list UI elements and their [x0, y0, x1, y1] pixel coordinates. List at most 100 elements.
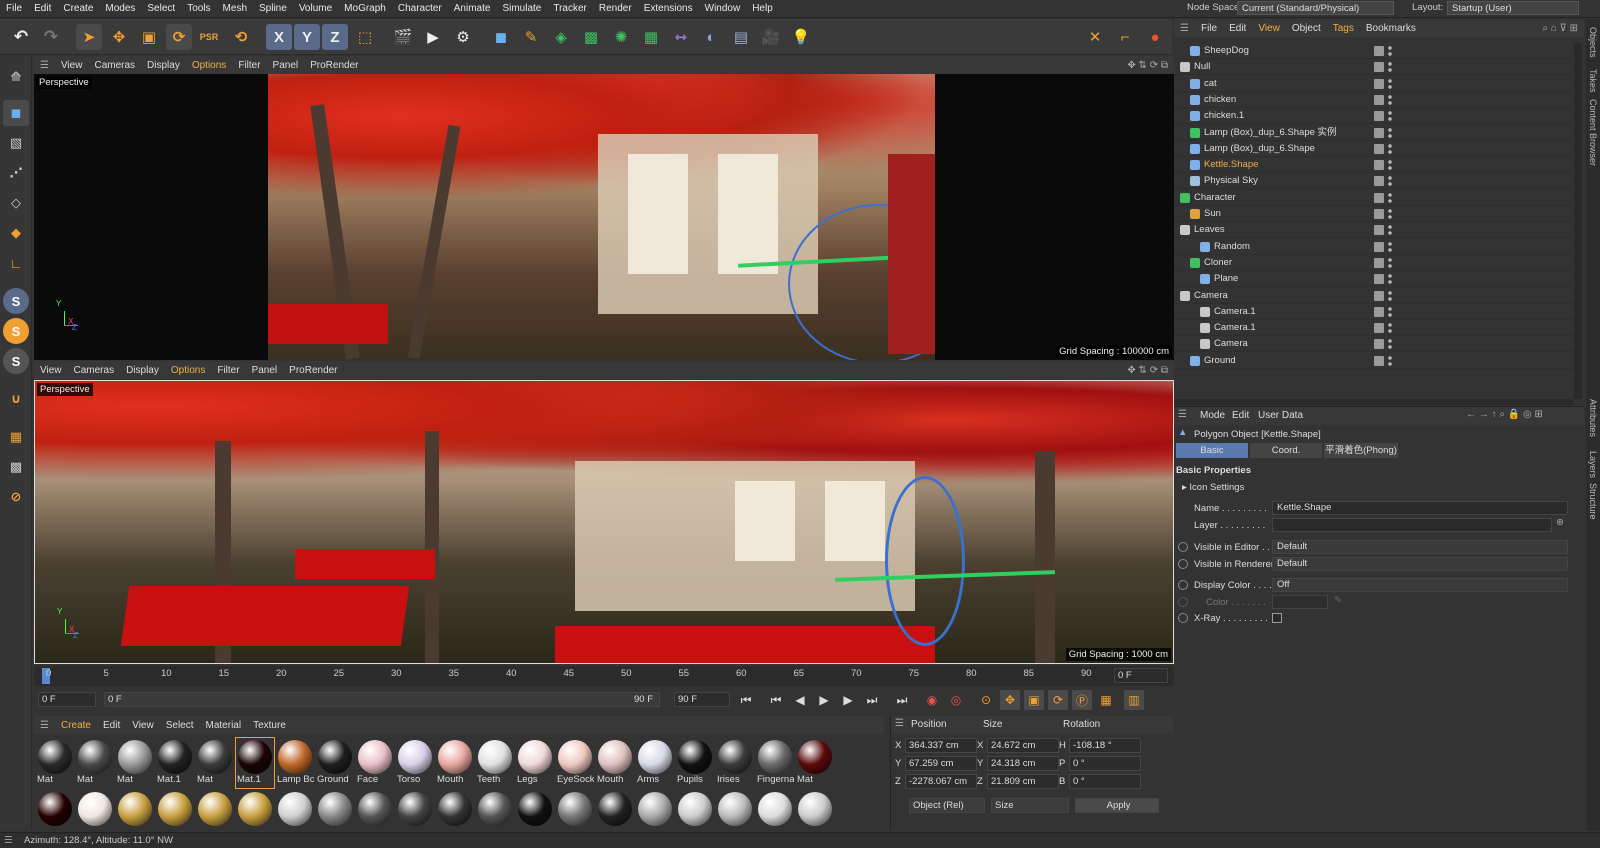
points-mode-icon[interactable]: ⋰ — [3, 160, 29, 186]
y-axis-button[interactable]: Y — [294, 24, 320, 50]
object-row[interactable]: chicken — [1174, 92, 1574, 108]
material-swatch[interactable]: Fingerna — [756, 738, 794, 788]
vp2-menu-options[interactable]: Options — [165, 365, 211, 376]
tab-coord[interactable]: Coord. — [1250, 443, 1322, 458]
material-swatch[interactable]: Mat.1 — [156, 738, 194, 788]
object-row[interactable]: Plane — [1174, 271, 1574, 288]
prev-key-icon[interactable]: ⏮ — [766, 690, 786, 710]
autokey-icon[interactable]: ◎ — [946, 690, 966, 710]
visibility-dots-icon[interactable] — [1388, 126, 1392, 139]
color-swatch[interactable] — [1272, 595, 1328, 609]
play-icon[interactable]: ▶ — [814, 690, 834, 710]
coord-size-field[interactable]: 24.318 cm — [987, 756, 1059, 771]
menu-mograph[interactable]: MoGraph — [338, 3, 392, 14]
object-row[interactable]: Random — [1174, 239, 1574, 255]
vis-editor-dropdown[interactable]: Default — [1272, 540, 1568, 554]
vp1-menu-view[interactable]: View — [55, 60, 89, 71]
mograph-icon[interactable]: ✺ — [608, 24, 634, 50]
move-tool-icon[interactable]: ✥ — [106, 24, 132, 50]
menu-edit[interactable]: Edit — [28, 3, 57, 14]
vp2-menu-view[interactable]: View — [34, 365, 68, 376]
visibility-dots-icon[interactable] — [1388, 208, 1392, 220]
record-icon[interactable]: ● — [1142, 24, 1168, 50]
layer-icon[interactable] — [1374, 306, 1384, 317]
material-swatch[interactable]: Mat — [196, 738, 234, 788]
field-icon[interactable]: ◐ — [698, 24, 724, 50]
eyedropper-icon[interactable]: ✎ — [1334, 595, 1342, 606]
object-row[interactable]: Camera.1 — [1174, 320, 1574, 337]
object-row[interactable]: SheepDog — [1174, 43, 1574, 59]
current-frame-field[interactable]: 0 F — [1114, 668, 1168, 683]
visibility-dots-icon[interactable] — [1388, 159, 1392, 172]
layer-icon[interactable] — [1374, 78, 1384, 89]
floor-icon[interactable]: ▤ — [728, 24, 754, 50]
menu-lines-icon[interactable]: ☰ — [34, 60, 55, 71]
material-swatch[interactable] — [676, 790, 714, 826]
material-swatch[interactable]: Pupils — [676, 738, 714, 788]
material-swatch[interactable]: Torso — [396, 738, 434, 788]
key-scale-icon[interactable]: ▣ — [1024, 690, 1044, 710]
visibility-dots-icon[interactable] — [1388, 175, 1392, 188]
layer-icon[interactable] — [1374, 111, 1384, 122]
redo-icon[interactable]: ↷ — [38, 24, 64, 50]
side-tab-objects[interactable]: Objects — [1588, 27, 1598, 58]
coord-pos-field[interactable]: 67.259 cm — [905, 756, 977, 771]
menu-spline[interactable]: Spline — [253, 3, 293, 14]
visibility-dots-icon[interactable] — [1388, 77, 1392, 90]
layer-picker-icon[interactable]: ⊛ — [1556, 517, 1564, 528]
color-anim-icon[interactable] — [1178, 597, 1188, 607]
coord-rot-field[interactable]: 0 ° — [1069, 774, 1141, 789]
axis-mode-icon[interactable]: ∟ — [3, 250, 29, 276]
workplane-grid-icon[interactable]: ▦ — [3, 424, 29, 450]
solo-hierarchy-icon[interactable]: S — [3, 318, 29, 344]
coord-size-field[interactable]: 21.809 cm — [987, 774, 1059, 789]
material-swatch[interactable]: Teeth — [476, 738, 514, 788]
material-swatch[interactable] — [236, 790, 274, 826]
visibility-dots-icon[interactable] — [1388, 61, 1392, 74]
side-tab-content-browser[interactable]: Content Browser — [1588, 99, 1598, 166]
visibility-dots-icon[interactable] — [1388, 338, 1392, 351]
object-list-hscrollbar[interactable] — [1174, 399, 1574, 405]
visibility-dots-icon[interactable] — [1388, 45, 1392, 57]
mat-menu-texture[interactable]: Texture — [247, 720, 292, 731]
material-swatch[interactable]: Mat — [116, 738, 154, 788]
om-menu-tags[interactable]: Tags — [1327, 23, 1360, 34]
layer-icon[interactable] — [1374, 225, 1384, 236]
workplane-lock-icon[interactable]: ▩ — [3, 454, 29, 480]
layer-icon[interactable] — [1374, 192, 1384, 203]
rotate-tool-icon[interactable]: ⟳ — [166, 24, 192, 50]
visibility-dots-icon[interactable] — [1388, 354, 1392, 367]
coordinate-system-icon[interactable]: ⬚ — [352, 24, 378, 50]
material-swatch[interactable]: Arms — [636, 738, 674, 788]
object-row[interactable]: Leaves — [1174, 222, 1574, 239]
go-end-icon[interactable]: ⏭ — [892, 690, 912, 710]
key-rotation-icon[interactable]: ⟳ — [1048, 690, 1068, 710]
vp1-menu-cameras[interactable]: Cameras — [88, 60, 141, 71]
coord-rot-field[interactable]: 0 ° — [1069, 756, 1141, 771]
attr-menu-userdata[interactable]: User Data — [1258, 410, 1303, 421]
timeline-ruler[interactable]: 0 F 0 5 10 15 20 25 30 35 40 45 50 55 60 65 70 75 80 85 90 — [34, 666, 1174, 686]
menu-help[interactable]: Help — [746, 3, 779, 14]
mat-menu-create[interactable]: Create — [55, 720, 97, 731]
xray-anim-icon[interactable] — [1178, 613, 1188, 623]
vp2-menu-filter[interactable]: Filter — [211, 365, 245, 376]
render-settings-icon[interactable]: ⚙ — [450, 24, 476, 50]
cube-icon[interactable]: ◼ — [488, 24, 514, 50]
vp2-menu-prorender[interactable]: ProRender — [283, 365, 343, 376]
material-swatch[interactable] — [716, 790, 754, 826]
object-row[interactable]: Camera.1 — [1174, 304, 1574, 320]
mat-menu-edit[interactable]: Edit — [97, 720, 126, 731]
material-swatch[interactable]: Lamp Bc — [276, 738, 314, 788]
object-row[interactable]: cat — [1174, 76, 1574, 92]
record-keys-icon[interactable]: ◉ — [922, 690, 942, 710]
layer-icon[interactable] — [1374, 241, 1384, 252]
coords-menu-icon[interactable]: ☰ — [895, 718, 904, 729]
menu-character[interactable]: Character — [392, 3, 448, 14]
tab-basic[interactable]: Basic — [1176, 443, 1248, 458]
object-row[interactable]: Lamp (Box)_dup_6.Shape 实例 — [1174, 125, 1574, 141]
visibility-dots-icon[interactable] — [1388, 142, 1392, 155]
coords-mode-dropdown[interactable]: Object (Rel) — [909, 798, 985, 813]
om-menu-file[interactable]: File — [1195, 23, 1223, 34]
tab-phong[interactable]: 平滑着色(Phong) — [1324, 443, 1398, 458]
extrude-icon[interactable]: ▩ — [578, 24, 604, 50]
